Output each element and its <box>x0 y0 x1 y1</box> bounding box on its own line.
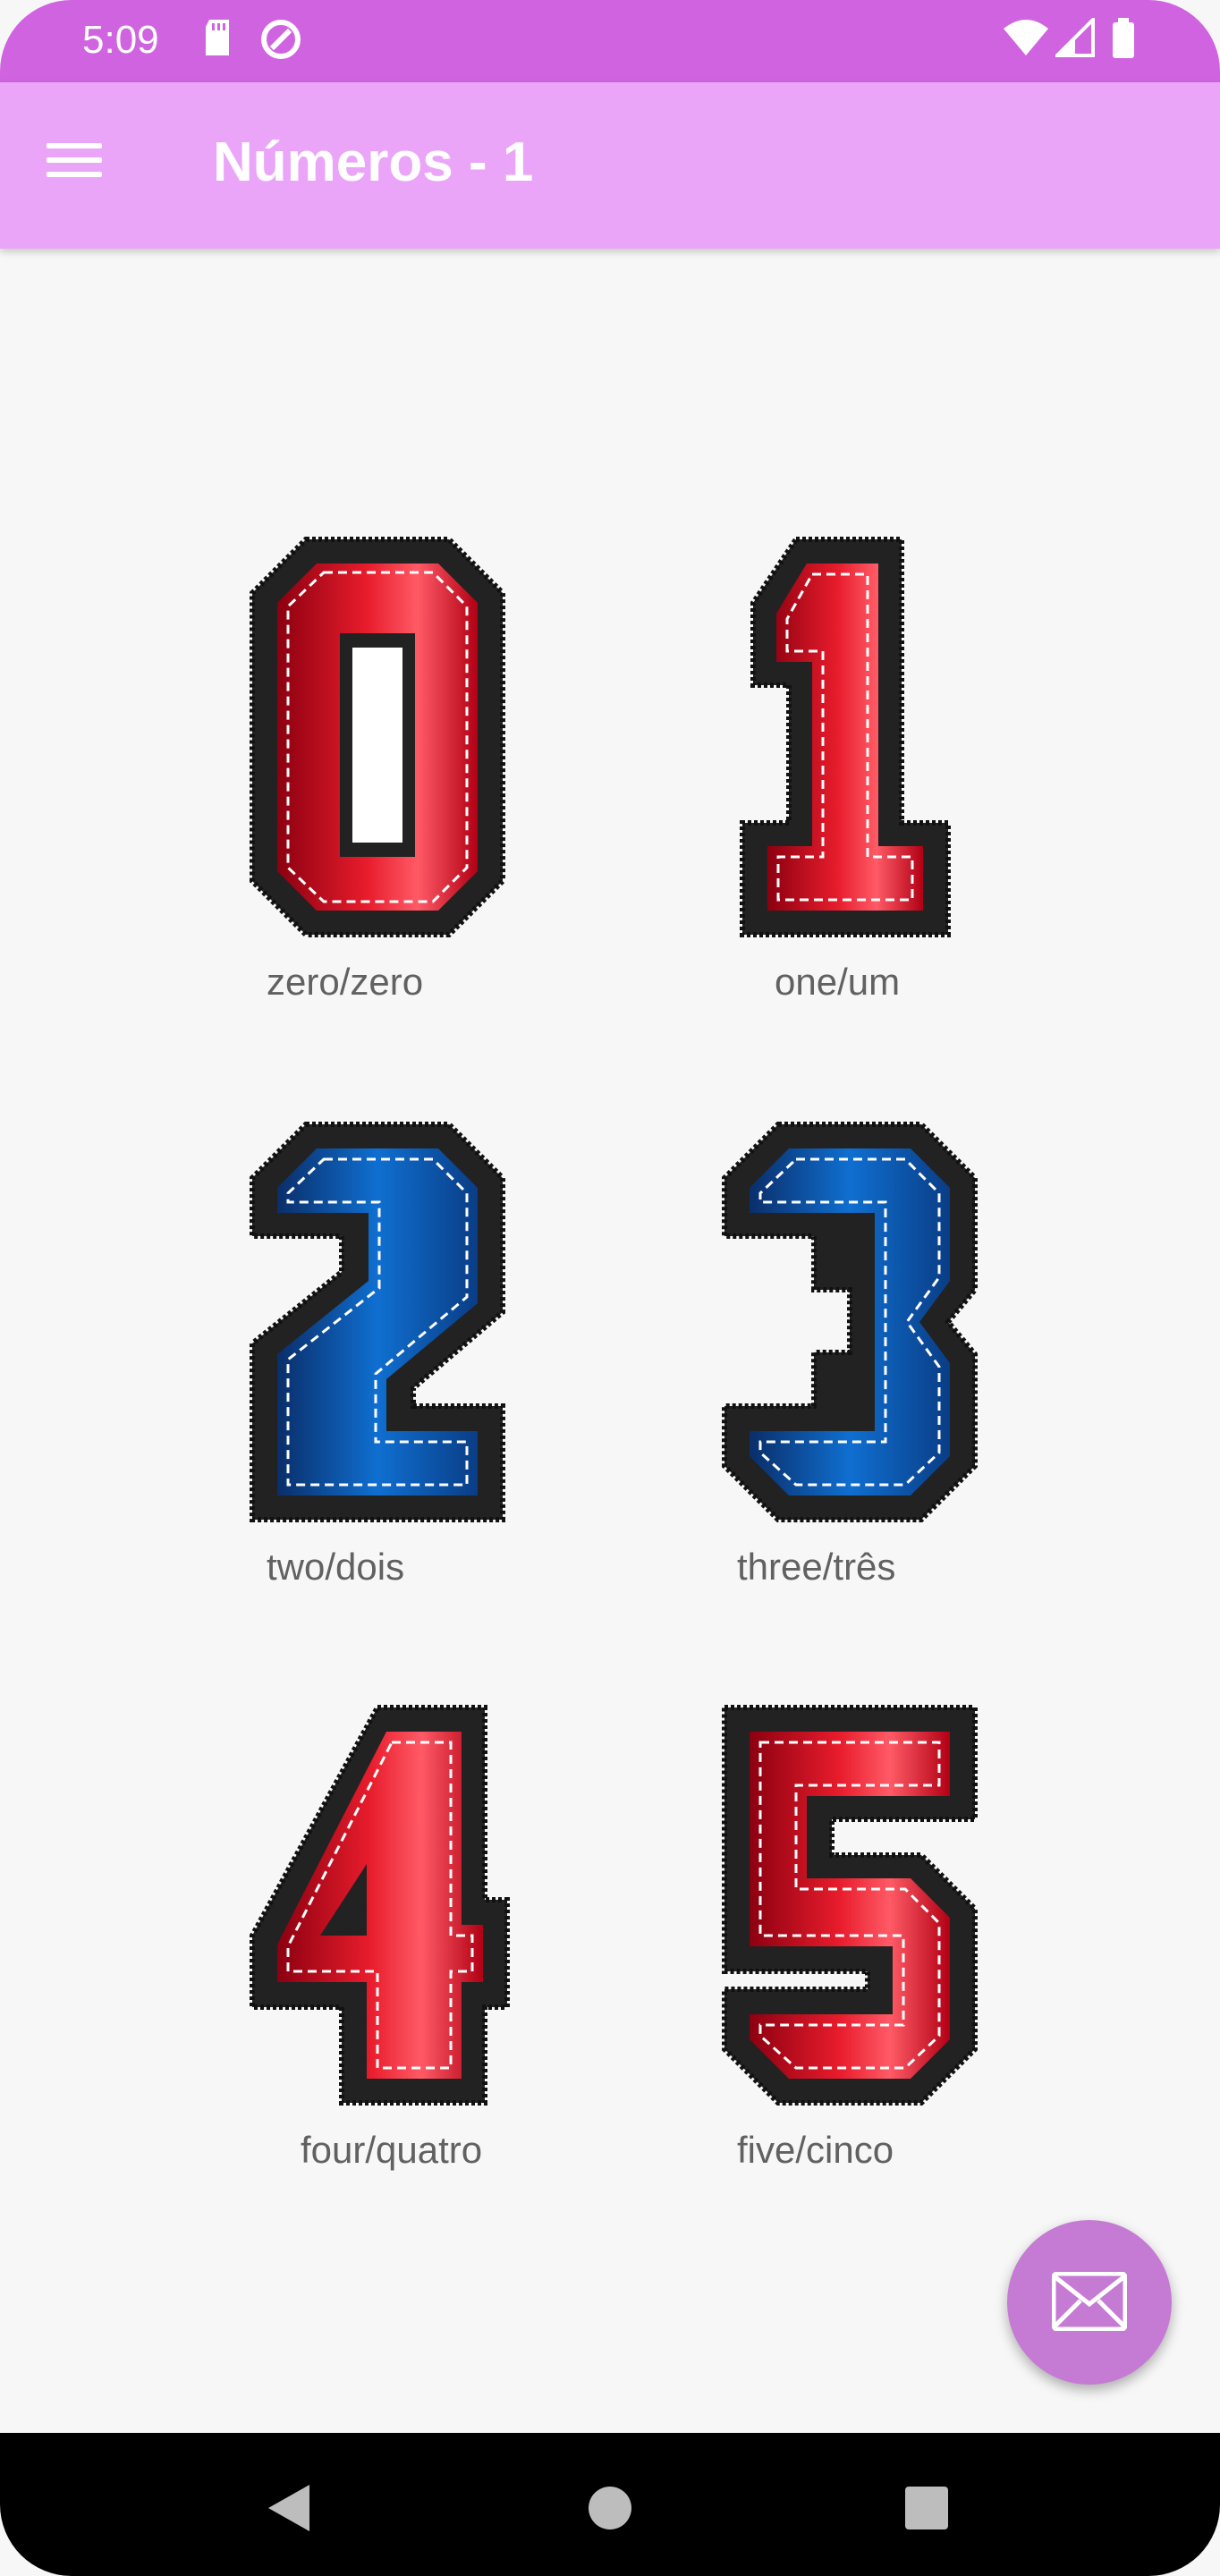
number-tile-two[interactable]: two/dois <box>243 1120 637 1621</box>
caption-three: three/três <box>737 1546 896 1588</box>
back-icon[interactable] <box>265 2483 311 2533</box>
mail-fab-button[interactable] <box>1007 2220 1172 2385</box>
signal-icon <box>1055 18 1095 57</box>
status-time: 5:09 <box>82 18 159 62</box>
caption-zero: zero/zero <box>267 961 424 1003</box>
hamburger-menu-icon[interactable] <box>47 134 118 197</box>
digit-five-icon <box>722 1705 978 2106</box>
app-bar: Números - 1 <box>0 82 1220 249</box>
battery-icon <box>1113 18 1134 58</box>
sd-card-icon <box>206 20 229 55</box>
number-tile-four[interactable]: four/quatro <box>243 1703 637 2204</box>
navigation-bar <box>0 2433 1220 2576</box>
number-tile-three[interactable]: three/três <box>716 1120 1109 1621</box>
number-tile-one[interactable]: one/um <box>733 535 1127 1036</box>
sync-icon <box>261 20 301 59</box>
status-bar: 5:09 <box>0 0 1220 82</box>
caption-five: five/cinco <box>737 2129 894 2171</box>
wifi-icon <box>1004 20 1048 55</box>
caption-two: two/dois <box>267 1546 405 1588</box>
digit-three-icon <box>722 1122 978 1522</box>
page-title: Números - 1 <box>213 131 534 193</box>
digit-zero-icon <box>250 537 505 937</box>
recents-icon[interactable] <box>905 2487 948 2529</box>
mail-icon <box>1052 2272 1127 2331</box>
digit-four-icon <box>250 1705 510 2106</box>
number-tile-five[interactable]: five/cinco <box>716 1703 1109 2204</box>
digit-two-icon <box>250 1122 505 1522</box>
number-tile-zero[interactable]: zero/zero <box>243 535 637 1036</box>
home-icon[interactable] <box>587 2485 633 2531</box>
digit-one-icon <box>740 537 951 937</box>
caption-one: one/um <box>775 961 901 1003</box>
caption-four: four/quatro <box>301 2129 483 2171</box>
